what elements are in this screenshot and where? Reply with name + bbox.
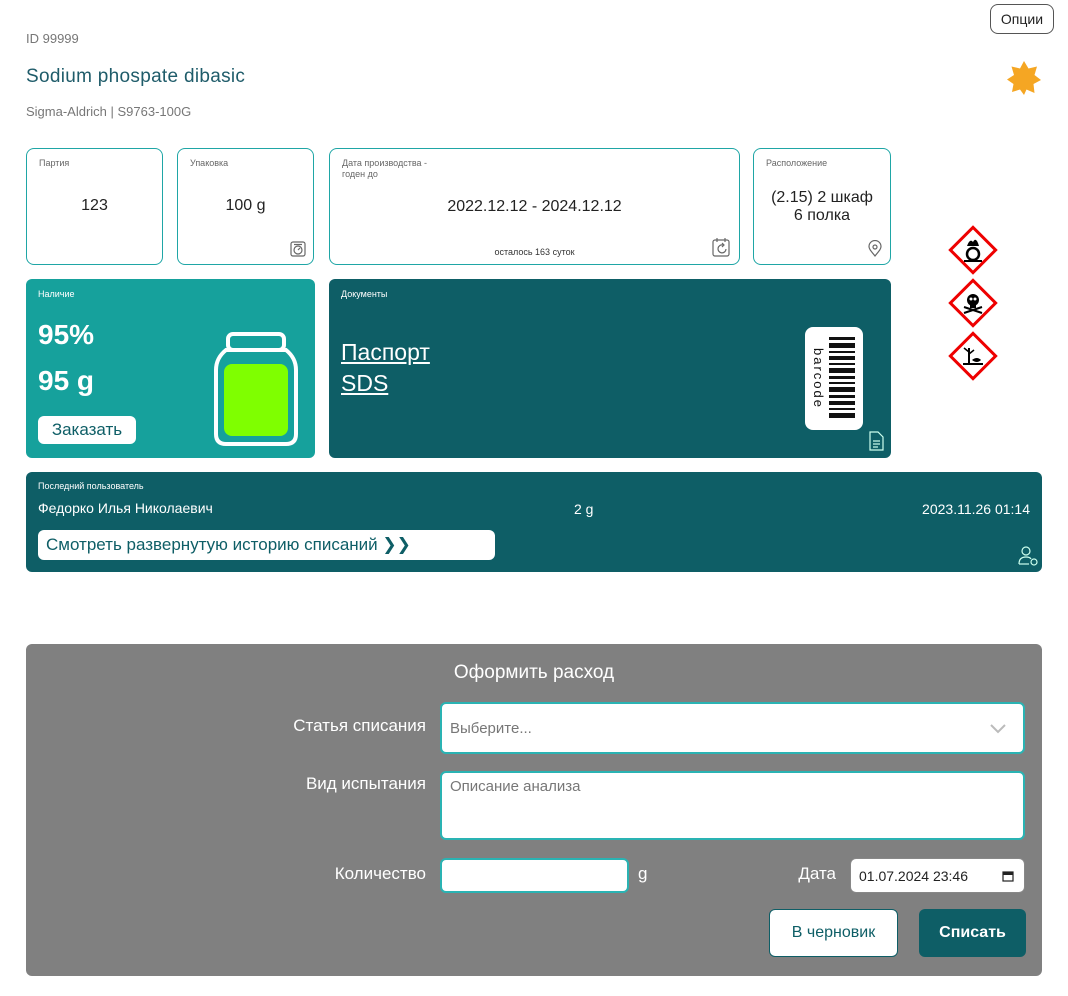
barcode-text: barcode bbox=[810, 347, 826, 409]
sds-link[interactable]: SDS bbox=[341, 370, 388, 397]
dates-card: Дата производства - годен до 2022.12.12 … bbox=[329, 148, 740, 265]
date-value: 01.07.2024 23:46 bbox=[859, 867, 968, 884]
quantity-unit: g bbox=[638, 864, 648, 883]
package-label: Упаковка bbox=[190, 158, 229, 168]
passport-link[interactable]: Паспорт bbox=[341, 339, 430, 366]
options-button[interactable]: Опции bbox=[990, 4, 1054, 34]
supplier-catalog: Sigma-Aldrich | S9763-100G bbox=[26, 104, 192, 119]
test-description-textarea[interactable]: Описание анализа bbox=[440, 771, 1025, 840]
batch-label: Партия bbox=[39, 158, 70, 168]
document-icon bbox=[869, 431, 884, 451]
history-button[interactable]: Смотреть развернутую историю списаний ❯❯ bbox=[38, 530, 495, 560]
location-line-1: (2.15) 2 шкаф bbox=[771, 189, 873, 206]
batch-value: 123 bbox=[81, 197, 108, 214]
package-card: Упаковка 100 g bbox=[177, 148, 314, 265]
quantity-label: Количество bbox=[334, 864, 426, 883]
favorite-star-icon[interactable] bbox=[1006, 60, 1042, 96]
item-id: ID 99999 bbox=[26, 31, 79, 46]
article-label: Статья списания bbox=[293, 716, 426, 735]
article-select-value: Выберите... bbox=[450, 719, 532, 737]
barcode-icon bbox=[829, 337, 855, 418]
date-label: Дата bbox=[798, 864, 836, 883]
scale-icon bbox=[290, 241, 306, 257]
environment-hazard-icon bbox=[948, 331, 998, 381]
save-draft-button[interactable]: В черновик bbox=[769, 909, 898, 957]
dates-label: Дата производства - годен до bbox=[342, 158, 428, 179]
write-off-form: Оформить расход Статья списания Выберите… bbox=[26, 644, 1042, 976]
date-input[interactable]: 01.07.2024 23:46 bbox=[850, 858, 1025, 893]
page-title: Sodium phospate dibasic bbox=[26, 66, 246, 87]
barcode-button[interactable]: barcode bbox=[805, 327, 863, 430]
stock-card: Наличие 95% 95 g Заказать bbox=[26, 279, 315, 458]
oxidizer-hazard-icon bbox=[948, 225, 998, 275]
package-value: 100 g bbox=[225, 197, 266, 214]
batch-card: Партия 123 bbox=[26, 148, 163, 265]
toxic-skull-hazard-icon bbox=[948, 278, 998, 328]
last-user-amount: 2 g bbox=[574, 501, 594, 517]
article-select[interactable]: Выберите... bbox=[440, 702, 1025, 754]
jar-fill-level bbox=[224, 364, 288, 436]
last-user-datetime: 2023.11.26 01:14 bbox=[922, 501, 1030, 517]
location-card: Расположение (2.15) 2 шкаф 6 полка bbox=[753, 148, 891, 265]
documents-label: Документы bbox=[341, 289, 388, 299]
documents-card: Документы Паспорт SDS barcode bbox=[329, 279, 891, 458]
write-off-submit-button[interactable]: Списать bbox=[919, 909, 1026, 957]
calendar-icon[interactable] bbox=[1002, 870, 1014, 882]
test-description-placeholder: Описание анализа bbox=[450, 778, 581, 795]
location-pin-icon bbox=[868, 240, 882, 257]
order-button[interactable]: Заказать bbox=[38, 416, 136, 444]
form-title: Оформить расход bbox=[453, 662, 615, 683]
quantity-input[interactable] bbox=[440, 858, 629, 893]
location-label: Расположение bbox=[766, 158, 828, 168]
stock-amount: 95 g bbox=[38, 365, 95, 396]
test-type-label: Вид испытания bbox=[305, 774, 426, 793]
last-user-label: Последний пользователь bbox=[38, 481, 144, 491]
stock-percent: 95% bbox=[38, 319, 95, 350]
last-user-name: Федорко Илья Николаевич bbox=[38, 500, 213, 516]
user-settings-icon[interactable] bbox=[1017, 545, 1039, 567]
last-user-card: Последний пользователь Федорко Илья Нико… bbox=[26, 472, 1042, 572]
days-remaining: осталось 163 суток bbox=[494, 247, 575, 257]
dates-value: 2022.12.12 - 2024.12.12 bbox=[447, 198, 622, 215]
stock-label: Наличие bbox=[38, 289, 75, 299]
calendar-refresh-icon bbox=[712, 238, 730, 257]
location-line-2: 6 полка bbox=[793, 207, 851, 224]
jar-fill-gauge bbox=[214, 332, 298, 446]
chevron-down-icon bbox=[990, 724, 1006, 734]
